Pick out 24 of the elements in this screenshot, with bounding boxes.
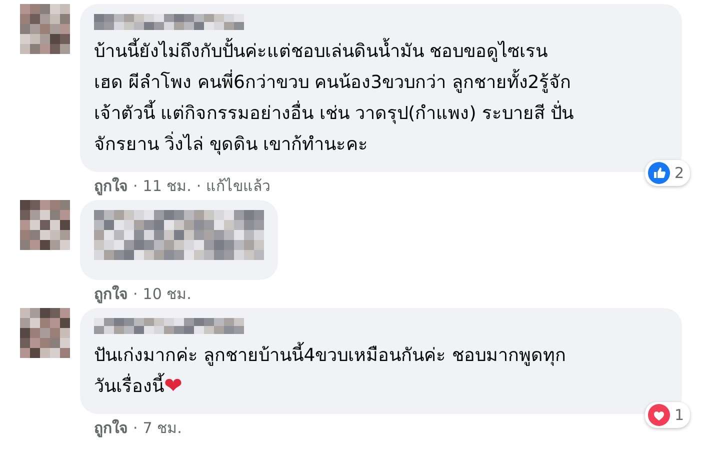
comment-time[interactable]: 7 ชม. bbox=[142, 418, 182, 438]
comment-time[interactable]: 11 ชม. bbox=[142, 176, 192, 196]
separator-dot: · bbox=[133, 284, 138, 304]
separator-dot: · bbox=[133, 176, 138, 196]
reaction-badge[interactable]: 1 bbox=[645, 402, 690, 428]
heart-emoji: ❤ bbox=[164, 374, 182, 401]
comment-time[interactable]: 10 ชม. bbox=[142, 284, 192, 304]
like-icon bbox=[648, 162, 670, 184]
separator-dot: · bbox=[133, 418, 138, 438]
reaction-badge[interactable]: 2 bbox=[645, 160, 690, 186]
comment-text: บ้านนี้ยังไม่ถึงกับปั้นค่ะแต่ชอบเล่นดินน้ำมัน ชอบขอดูไซเรน bbox=[94, 36, 668, 67]
comment-text: เจ้าตัวนี้ แต่กิจกรรมอย่างอื่น เช่น วาดรุป(กำแพง) ระบายสี ปั่น bbox=[94, 98, 668, 129]
comment-text: จักรยาน วิ่งไล่ ขุดดิน เขาก้ทำนะคะ bbox=[94, 129, 668, 160]
comment-text: วันเรื่องนี้ bbox=[94, 371, 164, 402]
comment-text: ปันเก่งมากค่ะ ลูกชายบ้านนี้4ขวบเหมือนกันค่ะ ชอบมากพูดทุก bbox=[94, 340, 668, 371]
avatar[interactable] bbox=[20, 200, 70, 250]
edited-label: แก้ไขแล้ว bbox=[206, 176, 270, 196]
avatar[interactable] bbox=[20, 308, 70, 358]
like-link[interactable]: ถูกใจ bbox=[94, 176, 128, 196]
like-link[interactable]: ถูกใจ bbox=[94, 284, 128, 304]
avatar[interactable] bbox=[20, 4, 70, 54]
separator-dot: · bbox=[196, 176, 202, 196]
like-link[interactable]: ถูกใจ bbox=[94, 418, 128, 438]
comment-text: เฮด ผีลำโพง คนพี่6กว่าขวบ คนน้อง3ขวบกว่า ลูกชายทั้ง2รู้จัก bbox=[94, 67, 668, 98]
